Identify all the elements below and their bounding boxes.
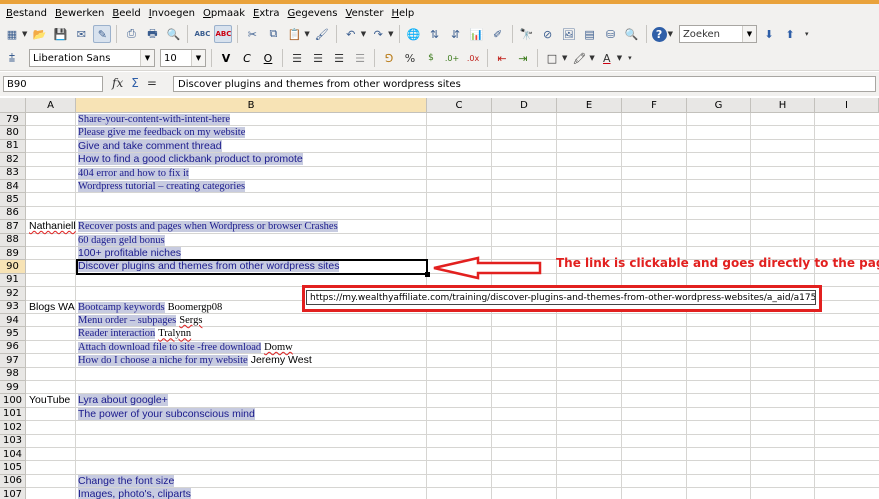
annotation-arrow bbox=[433, 256, 542, 280]
